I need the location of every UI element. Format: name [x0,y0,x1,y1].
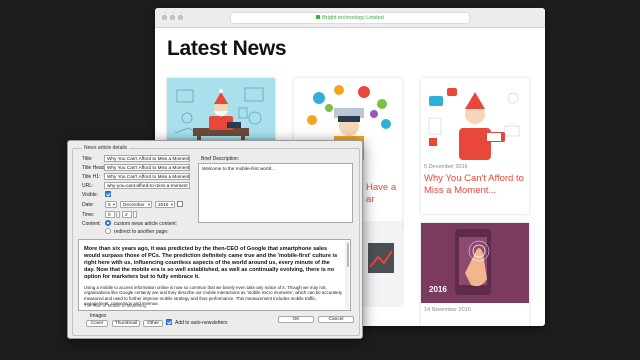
month-select[interactable]: December [120,201,152,208]
title-head-label: Title Head: [82,165,106,171]
calendar-icon[interactable] [177,201,183,207]
address-bar[interactable]: Bright technology Limited [230,12,470,24]
brief-description-text: Welcome to the mobile-first world... [202,166,276,171]
news-card-date: 5 December 2016 [424,164,468,170]
thumbnail-button[interactable]: Thumbnail [112,320,140,327]
cover-button[interactable]: Cover [86,320,108,327]
custom-content-label: custom news article content: [114,221,178,227]
group-label: News article details [82,145,130,151]
date-label: Date: [82,202,94,208]
title-label: Title: [82,156,93,162]
page-title: Latest News [167,37,287,60]
day-select[interactable]: 5 [105,201,117,208]
other-button[interactable]: Other [143,320,163,327]
news-card[interactable]: 2016 14 November 2016 [421,223,529,326]
brief-description-label: Brief Description: [201,156,240,162]
year-select[interactable]: 2016 [155,201,175,208]
news-article-dialog: News article details Title: Title Head: … [67,140,363,339]
news-card-image [421,78,529,160]
minute-field[interactable]: 2 [122,211,132,218]
title-h1-field[interactable]: Why You Can't Afford to Miss a Moment... [104,173,190,180]
content-label: Content: [82,221,101,227]
ok-button[interactable]: OK [278,316,314,323]
brief-description-field[interactable]: Welcome to the mobile-first world... [198,163,353,223]
url-label: URL: [82,183,94,189]
window-controls [162,15,183,20]
content-editor[interactable]: More than six years ago, it was predicte… [78,239,351,311]
minimize-dot[interactable] [170,15,175,20]
editor-scroll-thumb[interactable] [347,243,349,267]
images-label: Images [90,313,107,319]
auto-newsletters-label: Add to auto-newsletters [175,320,228,326]
redirect-label: redirect to another page: [114,229,169,235]
news-card-title-line: Have a [366,182,397,193]
santa-phone-illustration [428,88,520,160]
custom-content-radio[interactable] [105,220,111,226]
title-head-field[interactable]: Why You Can't Afford to Miss a Moment... [104,164,190,171]
news-card-title-line: ar [366,194,375,205]
visible-checkbox[interactable] [105,191,111,197]
news-card-image: 2016 [421,223,529,303]
editor-subheading: The Rise of Mobile to Marketing [84,303,146,308]
cancel-button[interactable]: Cancel [318,316,354,323]
lock-icon [316,15,321,19]
minute-stepper[interactable] [133,211,137,218]
news-card[interactable]: 5 December 2016 Why You Can't Afford to … [421,78,529,214]
auto-newsletters-checkbox[interactable] [166,319,172,325]
news-card-title[interactable]: Why You Can't Afford to Miss a Moment... [421,170,529,200]
title-h1-label: Title H1: [82,174,101,180]
news-card-date: 14 November 2016 [424,307,471,313]
title-field[interactable]: Why You Can't Afford to Miss a Moment... [104,155,190,162]
image-year-label: 2016 [429,285,447,294]
hour-stepper[interactable] [116,211,120,218]
visible-label: Visible: [82,192,99,198]
editor-lead-paragraph: More than six years ago, it was predicte… [84,246,338,280]
close-dot[interactable] [162,15,167,20]
time-label: Time: [82,212,95,218]
browser-toolbar: Bright technology Limited [155,8,545,28]
redirect-radio[interactable] [105,228,111,234]
address-text: Bright technology Limited [322,15,384,21]
hour-field[interactable]: 0 [105,211,115,218]
news-card-title[interactable]: Have a ar [366,182,402,206]
zoom-dot[interactable] [178,15,183,20]
url-field[interactable]: why-you-cant-afford-to-miss-a-moment [104,182,190,189]
